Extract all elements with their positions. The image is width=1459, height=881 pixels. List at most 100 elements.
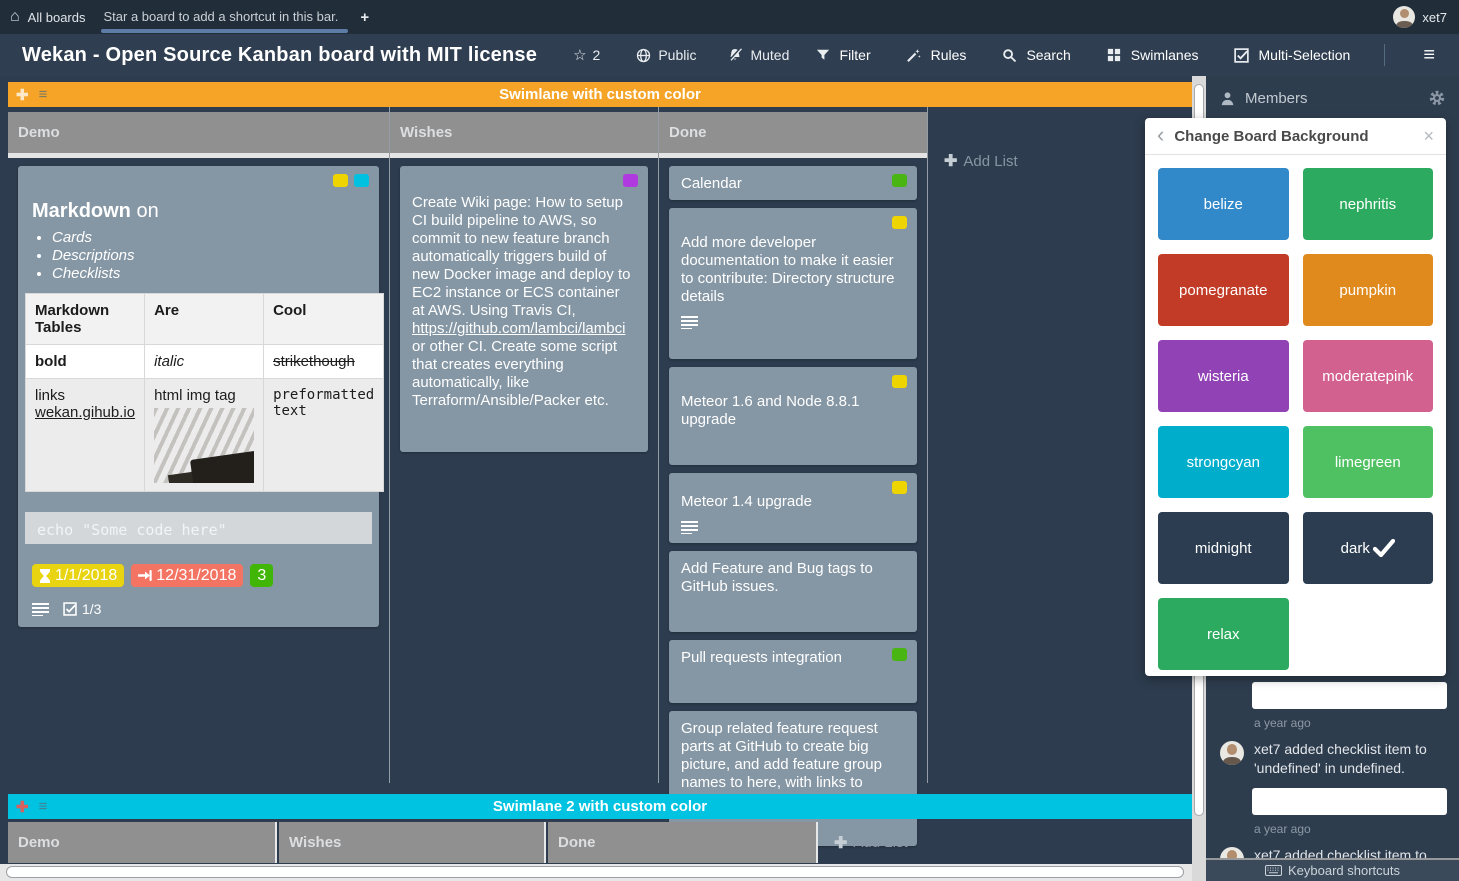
label-cyan[interactable] [354,174,369,187]
list-done: Done Calendar Add more developer documen… [659,107,928,783]
image-cell: html img tag [145,379,264,492]
label-green[interactable] [892,174,907,187]
label-green[interactable] [892,648,907,661]
swatch-belize[interactable]: belize [1158,168,1289,240]
board-header: Wekan - Open Source Kanban board with MI… [0,34,1459,76]
label-yellow[interactable] [892,481,907,494]
header-menu: Filter Rules Search [814,44,1445,67]
all-boards-link[interactable]: All boards [28,10,86,25]
home-icon[interactable]: ⌂ [10,8,20,26]
change-background-panel: ‹ Change Board Background × belize nephr… [1145,118,1446,676]
filter-button[interactable]: Filter [814,46,871,64]
card-title: Markdown on [32,200,365,223]
activity-entry: xet7 added checklist item to 'undefined'… [1254,740,1447,778]
swimlane-2-title[interactable]: Swimlane 2 with custom color [8,798,1192,815]
swatch-limegreen[interactable]: limegreen [1303,426,1434,498]
add-board-button[interactable]: + [360,9,369,26]
list-demo-header[interactable]: Demo [8,822,277,863]
muted-bell-icon [726,46,744,64]
board-shortcut-hint[interactable]: Star a board to add a shortcut in this b… [103,9,338,26]
count-badge[interactable]: 3 [250,564,273,587]
swatch-relax[interactable]: relax [1158,598,1289,670]
card-markdown-demo[interactable]: Markdown on Cards Descriptions Checklist… [18,166,379,627]
user-avatar[interactable] [1393,6,1415,28]
due-arrow-icon [138,569,152,582]
horizontal-scrollbar[interactable] [0,864,1192,881]
username[interactable]: xet7 [1422,10,1447,25]
gear-icon[interactable] [1429,90,1445,106]
panel-header: ‹ Change Board Background × [1145,118,1446,155]
keyboard-shortcuts-bar[interactable]: Keyboard shortcuts [1206,858,1459,881]
members-title: Members [1245,90,1308,107]
list-done-header[interactable]: Done [548,822,818,863]
list-wishes-header[interactable]: Wishes [279,822,546,863]
close-icon[interactable]: × [1423,126,1434,147]
table-header-cell: Cool [264,294,384,345]
card-title: Meteor 1.4 upgrade [681,493,812,510]
add-list-area: ✚ Add List [818,822,1192,863]
card-calendar[interactable]: Calendar [669,166,917,200]
member-avatar[interactable] [1220,741,1244,765]
swimlane-1-title[interactable]: Swimlane with custom color [8,86,1192,103]
swatch-moderatepink[interactable]: moderatepink [1303,340,1434,412]
bullet-item: Descriptions [52,247,365,265]
bullet-item: Checklists [52,265,365,283]
grid-icon [1105,46,1123,64]
markdown-table: Markdown Tables Are Cool bold italic str… [25,293,384,492]
comment-input[interactable] [1252,788,1447,815]
lambci-link[interactable]: https://github.com/lambci/lambci [412,320,625,337]
wekan-link[interactable]: wekan.gihub.io [35,404,135,421]
card-pull-requests[interactable]: Pull requests integration [669,640,917,703]
rules-button[interactable]: Rules [905,46,967,64]
swimlane-area: ✚ ≡ Swimlane with custom color Demo [0,76,1192,881]
swimlanes-view-button[interactable]: Swimlanes [1105,46,1199,64]
search-icon [1000,46,1018,64]
card-meteor-14[interactable]: Meteor 1.4 upgrade [669,473,917,543]
card-create-wiki[interactable]: Create Wiki page: How to setup CI build … [400,166,648,452]
back-chevron-icon[interactable]: ‹ [1157,122,1164,148]
swatch-pumpkin[interactable]: pumpkin [1303,254,1434,326]
board-menu-icon[interactable]: ≡ [1423,44,1435,67]
multi-selection-button[interactable]: Multi-Selection [1233,46,1351,64]
label-yellow[interactable] [892,375,907,388]
search-button[interactable]: Search [1000,46,1070,64]
card-developer-docs[interactable]: Add more developer documentation to make… [669,208,917,359]
mute-button[interactable]: Muted [726,46,789,64]
swatch-strongcyan[interactable]: strongcyan [1158,426,1289,498]
add-list-button[interactable]: ✚ Add List [834,833,908,853]
comment-input[interactable] [1252,682,1447,709]
table-header-cell: Markdown Tables [26,294,145,345]
due-date-badge[interactable]: 12/31/2018 [131,564,243,587]
activity-feed: a year ago xet7 added checklist item to … [1206,676,1459,865]
plus-icon: ✚ [944,151,957,171]
top-bar: ⌂ All boards Star a board to add a short… [0,0,1459,34]
swatch-wisteria[interactable]: wisteria [1158,340,1289,412]
card-feature-bug-tags[interactable]: Add Feature and Bug tags to GitHub issue… [669,551,917,632]
label-purple[interactable] [623,174,638,187]
start-date-badge[interactable]: 1/1/2018 [32,564,124,587]
cat-photo [154,408,254,483]
card-title: Create Wiki page: How to setup CI build … [412,194,630,319]
card-meteor-16[interactable]: Meteor 1.6 and Node 8.8.1 upgrade [669,367,917,465]
horizontal-scrollbar-thumb[interactable] [6,866,1184,878]
card-bullet-list: Cards Descriptions Checklists [52,229,365,283]
header-divider [1384,44,1385,66]
list-wishes-header[interactable]: Wishes [390,112,658,153]
swatch-nephritis[interactable]: nephritis [1303,168,1434,240]
swatch-pomegranate[interactable]: pomegranate [1158,254,1289,326]
swimlane-2-lists: Demo Wishes Done ✚ Add List [8,822,1192,863]
label-yellow[interactable] [333,174,348,187]
card-title: Meteor 1.6 and Node 8.8.1 upgrade [681,393,859,428]
checkbox-icon [1233,46,1251,64]
card-title: Calendar [681,175,742,192]
activity-timestamp: a year ago [1254,822,1459,836]
bullet-item: Cards [52,229,365,247]
swatch-dark-selected[interactable]: dark [1303,512,1434,584]
visibility-button[interactable]: Public [634,46,696,64]
swatch-midnight[interactable]: midnight [1158,512,1289,584]
label-yellow[interactable] [892,216,907,229]
list-demo-header[interactable]: Demo [8,112,389,153]
star-counter[interactable]: ☆ 2 [573,46,600,64]
swimlane-2-header: ✚ ≡ Swimlane 2 with custom color [8,794,1192,819]
list-done-header[interactable]: Done [659,112,927,153]
